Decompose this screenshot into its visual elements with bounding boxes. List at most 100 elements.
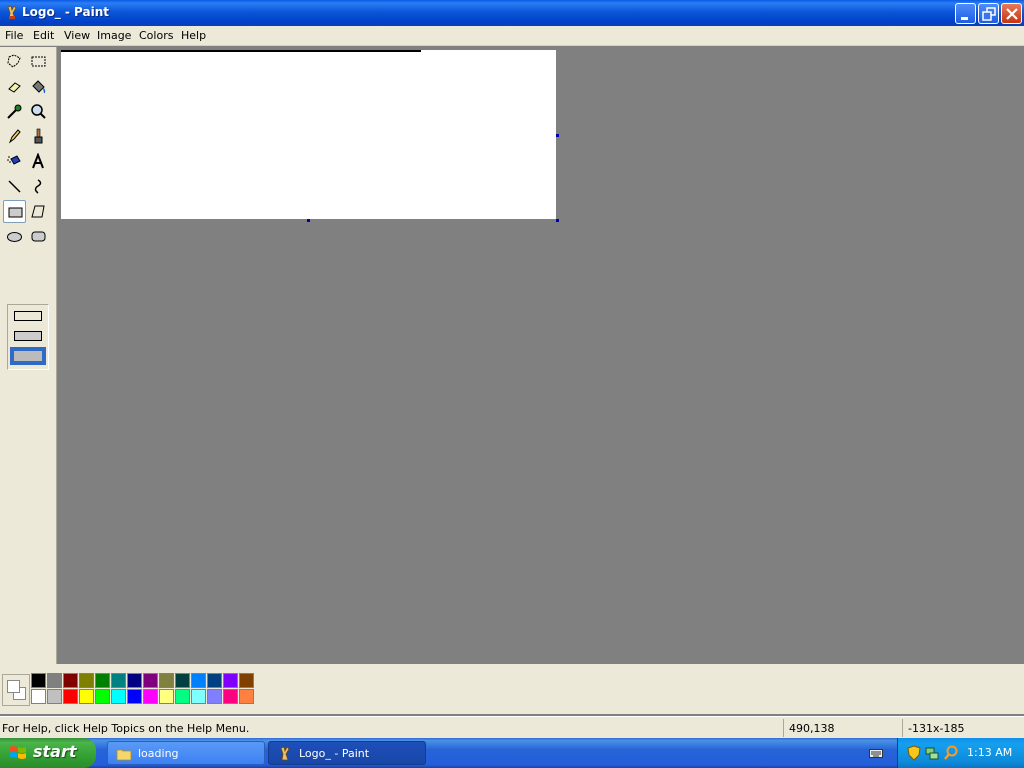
color-swatch[interactable] <box>239 689 254 704</box>
color-swatch[interactable] <box>143 673 158 688</box>
color-swatch[interactable] <box>207 689 222 704</box>
color-swatch[interactable] <box>79 673 94 688</box>
menu-file[interactable]: File <box>5 29 23 42</box>
rounded-rectangle-tool[interactable] <box>27 225 50 248</box>
restore-button[interactable] <box>978 3 999 24</box>
drawing-canvas[interactable] <box>61 50 556 219</box>
security-shield-icon[interactable] <box>906 745 922 761</box>
color-swatch[interactable] <box>207 673 222 688</box>
fill-style-fill-only[interactable] <box>10 347 46 365</box>
color-swatch[interactable] <box>175 673 190 688</box>
menu-image[interactable]: Image <box>97 29 131 42</box>
color-swatch[interactable] <box>95 673 110 688</box>
color-swatch[interactable] <box>31 689 46 704</box>
menu-help[interactable]: Help <box>181 29 206 42</box>
color-swatch[interactable] <box>191 689 206 704</box>
color-swatch[interactable] <box>191 673 206 688</box>
pencil-tool[interactable] <box>3 125 26 148</box>
taskbar: start loading Logo_ - Paint 1:13 AM <box>0 738 1024 768</box>
close-icon <box>1006 8 1018 20</box>
fill-style-outline-with-fill[interactable] <box>10 327 46 345</box>
rounded-rectangle-icon <box>31 231 46 242</box>
search-icon[interactable] <box>943 745 959 761</box>
color-swatch[interactable] <box>47 689 62 704</box>
color-swatch[interactable] <box>175 689 190 704</box>
color-swatch[interactable] <box>47 673 62 688</box>
polygon-tool[interactable] <box>27 200 50 223</box>
paint-icon <box>280 746 290 761</box>
color-swatch[interactable] <box>159 673 174 688</box>
folder-icon <box>116 749 132 761</box>
color-swatch[interactable] <box>223 689 238 704</box>
paint-app-icon <box>7 5 17 20</box>
clock: 1:13 AM <box>967 746 1013 759</box>
status-bar: For Help, click Help Topics on the Help … <box>0 716 1024 738</box>
fill-with-color-tool[interactable] <box>27 75 50 98</box>
close-button[interactable] <box>1001 3 1022 24</box>
fill-style-outline[interactable] <box>10 307 46 325</box>
color-swatch[interactable] <box>239 673 254 688</box>
menu-colors[interactable]: Colors <box>139 29 173 42</box>
color-swatch[interactable] <box>95 689 110 704</box>
airbrush-tool[interactable] <box>3 150 26 173</box>
magnifier-icon <box>31 104 46 119</box>
menu-edit[interactable]: Edit <box>33 29 54 42</box>
ellipse-tool[interactable] <box>3 225 26 248</box>
line-icon <box>8 180 21 193</box>
eraser-tool[interactable] <box>3 75 26 98</box>
curve-icon <box>34 179 42 194</box>
title-bar[interactable]: Logo_ - Paint <box>0 0 1024 26</box>
select-icon <box>31 56 46 67</box>
free-form-select-tool[interactable] <box>3 50 26 73</box>
color-swatch[interactable] <box>31 673 46 688</box>
rectangle-tool[interactable] <box>3 200 26 223</box>
status-selection-size: -131x-185 <box>908 722 965 735</box>
menu-view[interactable]: View <box>64 29 90 42</box>
canvas-area[interactable] <box>58 47 1024 664</box>
start-label: start <box>33 742 77 761</box>
window-title: Logo_ - Paint <box>22 5 110 19</box>
brush-tool[interactable] <box>27 125 50 148</box>
network-icon[interactable] <box>924 745 940 761</box>
color-swatch[interactable] <box>63 673 78 688</box>
restore-icon <box>982 7 996 21</box>
taskbar-item-paint[interactable]: Logo_ - Paint <box>268 741 426 765</box>
minimize-button[interactable] <box>955 3 976 24</box>
polygon-icon <box>31 205 45 218</box>
text-tool[interactable] <box>27 150 50 173</box>
color-swatch[interactable] <box>127 689 142 704</box>
drawn-line <box>61 50 421 52</box>
select-tool[interactable] <box>27 50 50 73</box>
text-icon <box>32 153 44 169</box>
color-palette <box>0 664 1024 714</box>
system-tray: 1:13 AM <box>897 738 1024 768</box>
rectangle-icon <box>8 207 23 218</box>
color-swatch[interactable] <box>143 689 158 704</box>
taskbar-item-label: loading <box>138 747 179 760</box>
line-tool[interactable] <box>3 175 26 198</box>
resize-handle-right[interactable] <box>556 134 559 137</box>
color-swatch[interactable] <box>79 689 94 704</box>
minimize-icon <box>961 17 968 20</box>
color-swatch[interactable] <box>63 689 78 704</box>
toolbox <box>0 47 57 664</box>
keyboard-icon[interactable] <box>869 747 883 759</box>
color-swatch[interactable] <box>127 673 142 688</box>
magnifier-tool[interactable] <box>27 100 50 123</box>
start-button[interactable]: start <box>0 738 96 768</box>
resize-handle-corner[interactable] <box>556 219 559 222</box>
pick-color-tool[interactable] <box>3 100 26 123</box>
ellipse-icon <box>7 232 22 242</box>
color-swatch[interactable] <box>111 673 126 688</box>
color-swatch[interactable] <box>111 689 126 704</box>
curve-tool[interactable] <box>27 175 50 198</box>
status-cursor-position: 490,138 <box>789 722 835 735</box>
eraser-icon <box>8 82 21 93</box>
color-swatch[interactable] <box>223 673 238 688</box>
fill-style-options <box>7 304 49 370</box>
resize-handle-bottom[interactable] <box>307 219 310 222</box>
taskbar-item-loading[interactable]: loading <box>107 741 265 765</box>
color-swatch[interactable] <box>159 689 174 704</box>
current-colors <box>2 674 30 706</box>
menu-bar: File Edit View Image Colors Help <box>0 26 1024 46</box>
